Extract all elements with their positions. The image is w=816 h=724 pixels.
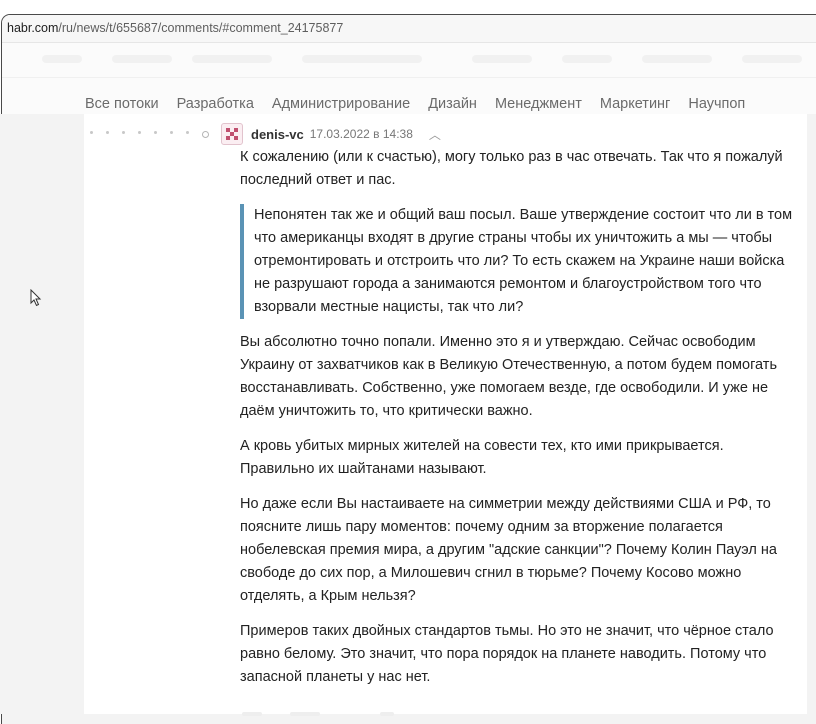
thread-depth-indicator (90, 130, 209, 138)
comment-author[interactable]: denis-vc (251, 127, 304, 142)
user-avatar-icon (226, 128, 238, 140)
comment-paragraph: Примеров таких двойных стандартов тьмы. … (240, 623, 774, 685)
comment-paragraph: К сожалению (или к счастью), могу только… (240, 149, 783, 188)
comment-body: К сожалению (или к счастью), могу только… (240, 146, 800, 701)
url-host: habr.com (7, 21, 59, 35)
hub-link-design[interactable]: Дизайн (428, 96, 477, 112)
hub-link-popsci[interactable]: Научпоп (688, 96, 745, 112)
mouse-cursor-icon (30, 289, 42, 307)
url-path: /ru/news/t/655687/comments/#comment_2417… (58, 21, 344, 35)
right-gutter (807, 114, 816, 714)
comment-paragraph: Но даже если Вы настаиваете на симметрии… (240, 496, 777, 604)
comment-thread: denis-vc 17.03.2022 в 14:38 ︿ К сожалени… (84, 114, 807, 716)
hub-link-management[interactable]: Менеджмент (495, 96, 582, 112)
comment-paragraph: Вы абсолютно точно попали. Именно это я … (240, 334, 778, 419)
comment-paragraph: А кровь убитых мирных жителей на совести… (240, 438, 724, 477)
comment-actions-ghost (242, 712, 394, 716)
hub-link-develop[interactable]: Разработка (177, 96, 254, 112)
site-header-bar (2, 43, 816, 78)
hub-link-marketing[interactable]: Маркетинг (600, 96, 671, 112)
left-gutter (0, 114, 84, 714)
hub-link-all[interactable]: Все потоки (85, 96, 159, 112)
comment-header: denis-vc 17.03.2022 в 14:38 ︿ (90, 122, 441, 146)
chevron-up-icon[interactable]: ︿ (429, 126, 441, 143)
avatar[interactable] (221, 123, 243, 145)
blockquote: Непонятен так же и общий ваш посыл. Ваше… (240, 204, 800, 319)
address-bar[interactable]: habr.com/ru/news/t/655687/comments/#comm… (2, 15, 816, 43)
comment-date[interactable]: 17.03.2022 в 14:38 (310, 127, 413, 141)
hub-link-admin[interactable]: Администрирование (272, 96, 410, 112)
